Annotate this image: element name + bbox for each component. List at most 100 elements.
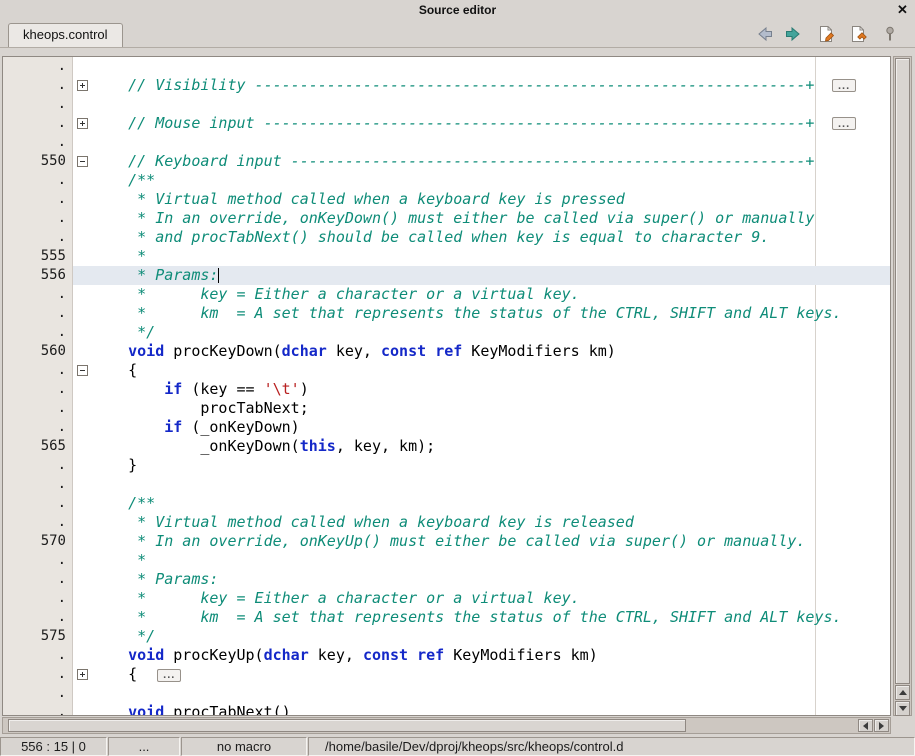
fold-minus-icon[interactable]	[77, 156, 88, 167]
fold-margin[interactable]	[73, 266, 92, 285]
scroll-up-button[interactable]	[895, 685, 910, 700]
fold-margin[interactable]	[73, 608, 92, 627]
code-line[interactable]: .	[3, 95, 890, 114]
gutter-dot[interactable]: .	[3, 589, 73, 608]
code-text[interactable]: // Visibility --------------------------…	[92, 76, 890, 95]
fold-margin[interactable]	[73, 589, 92, 608]
code-line[interactable]: . * km = A set that represents the statu…	[3, 608, 890, 627]
fold-margin[interactable]	[73, 380, 92, 399]
fold-margin[interactable]	[73, 551, 92, 570]
code-text[interactable]: * Virtual method called when a keyboard …	[92, 190, 890, 209]
fold-margin[interactable]	[73, 114, 92, 133]
gutter-dot[interactable]: .	[3, 76, 73, 95]
gutter-dot[interactable]: .	[3, 456, 73, 475]
code-text[interactable]: * km = A set that represents the status …	[92, 608, 890, 627]
window-close-icon[interactable]: ✕	[895, 2, 910, 17]
fold-margin[interactable]	[73, 76, 92, 95]
code-line[interactable]: . */	[3, 323, 890, 342]
code-text[interactable]: * key = Either a character or a virtual …	[92, 589, 890, 608]
fold-margin[interactable]	[73, 418, 92, 437]
fold-margin[interactable]	[73, 361, 92, 380]
gutter-dot[interactable]: .	[3, 323, 73, 342]
scroll-right-button[interactable]	[874, 719, 889, 732]
fold-margin[interactable]	[73, 494, 92, 513]
fold-margin[interactable]	[73, 342, 92, 361]
fold-margin[interactable]	[73, 627, 92, 646]
code-line[interactable]: .	[3, 684, 890, 703]
gutter-dot[interactable]: .	[3, 475, 73, 494]
fold-margin[interactable]	[73, 532, 92, 551]
detach-editor-button[interactable]	[879, 23, 901, 45]
fold-margin[interactable]	[73, 475, 92, 494]
code-line[interactable]: .	[3, 475, 890, 494]
code-line[interactable]: . }	[3, 456, 890, 475]
code-line[interactable]: . * and procTabNext() should be called w…	[3, 228, 890, 247]
gutter-dot[interactable]: .	[3, 285, 73, 304]
line-number[interactable]: 556	[3, 266, 73, 285]
code-text[interactable]: /**	[92, 494, 890, 513]
fold-margin[interactable]	[73, 684, 92, 703]
code-text[interactable]: * In an override, onKeyUp() must either …	[92, 532, 890, 551]
code-line[interactable]: . void procKeyUp(dchar key, const ref Ke…	[3, 646, 890, 665]
fold-margin[interactable]	[73, 190, 92, 209]
scroll-down-button[interactable]	[895, 701, 910, 716]
code-text[interactable]: /**	[92, 171, 890, 190]
gutter-dot[interactable]: .	[3, 133, 73, 152]
code-text[interactable]: // Keyboard input ----------------------…	[92, 152, 890, 171]
code-text[interactable]: procTabNext;	[92, 399, 890, 418]
code-line[interactable]: . void procTabNext()	[3, 703, 890, 716]
gutter-dot[interactable]: .	[3, 513, 73, 532]
scroll-left-button[interactable]	[858, 719, 873, 732]
fold-plus-icon[interactable]	[77, 80, 88, 91]
code-line[interactable]: . * Virtual method called when a keyboar…	[3, 190, 890, 209]
code-line[interactable]: 570 * In an override, onKeyUp() must eit…	[3, 532, 890, 551]
fold-margin[interactable]	[73, 171, 92, 190]
code-text[interactable]: * key = Either a character or a virtual …	[92, 285, 890, 304]
gutter-dot[interactable]: .	[3, 665, 73, 684]
code-line[interactable]: . // Mouse input -----------------------…	[3, 114, 890, 133]
gutter-dot[interactable]: .	[3, 551, 73, 570]
fold-margin[interactable]	[73, 285, 92, 304]
code-line[interactable]: . if (key == '\t')	[3, 380, 890, 399]
gutter-dot[interactable]: .	[3, 114, 73, 133]
code-line[interactable]: . /**	[3, 494, 890, 513]
code-text[interactable]	[92, 95, 890, 114]
code-text[interactable]: */	[92, 323, 890, 342]
code-line[interactable]: . * key = Either a character or a virtua…	[3, 285, 890, 304]
fold-margin[interactable]	[73, 646, 92, 665]
code-text[interactable]: {	[92, 361, 890, 380]
code-line[interactable]: . // Visibility ------------------------…	[3, 76, 890, 95]
horizontal-scrollbar-thumb[interactable]	[8, 719, 686, 732]
vertical-scrollbar-thumb[interactable]	[895, 58, 910, 684]
fold-plus-icon[interactable]	[77, 118, 88, 129]
code-text[interactable]: {...	[92, 665, 890, 684]
gutter-dot[interactable]: .	[3, 304, 73, 323]
code-text[interactable]: *	[92, 247, 890, 266]
code-text[interactable]: _onKeyDown(this, key, km);	[92, 437, 890, 456]
code-text[interactable]: */	[92, 627, 890, 646]
fold-margin[interactable]	[73, 703, 92, 716]
fold-margin[interactable]	[73, 247, 92, 266]
fold-margin[interactable]	[73, 323, 92, 342]
gutter-dot[interactable]: .	[3, 494, 73, 513]
code-line[interactable]: . if (_onKeyDown)	[3, 418, 890, 437]
code-line[interactable]: . {...	[3, 665, 890, 684]
code-text[interactable]: * In an override, onKeyDown() must eithe…	[92, 209, 890, 228]
fold-minus-icon[interactable]	[77, 365, 88, 376]
fold-margin[interactable]	[73, 57, 92, 76]
vertical-scrollbar[interactable]	[893, 56, 912, 716]
code-text[interactable]: * Virtual method called when a keyboard …	[92, 513, 890, 532]
save-file-as-button[interactable]	[847, 23, 869, 45]
code-text[interactable]: void procKeyUp(dchar key, const ref KeyM…	[92, 646, 890, 665]
fold-margin[interactable]	[73, 209, 92, 228]
line-number[interactable]: 575	[3, 627, 73, 646]
line-number[interactable]: 565	[3, 437, 73, 456]
fold-margin[interactable]	[73, 437, 92, 456]
code-line[interactable]: 550 // Keyboard input ------------------…	[3, 152, 890, 171]
line-number[interactable]: 555	[3, 247, 73, 266]
code-line[interactable]: 560 void procKeyDown(dchar key, const re…	[3, 342, 890, 361]
code-text[interactable]: }	[92, 456, 890, 475]
code-line[interactable]: .	[3, 57, 890, 76]
fold-ellipsis-badge[interactable]: ...	[832, 79, 856, 92]
gutter-dot[interactable]: .	[3, 703, 73, 716]
